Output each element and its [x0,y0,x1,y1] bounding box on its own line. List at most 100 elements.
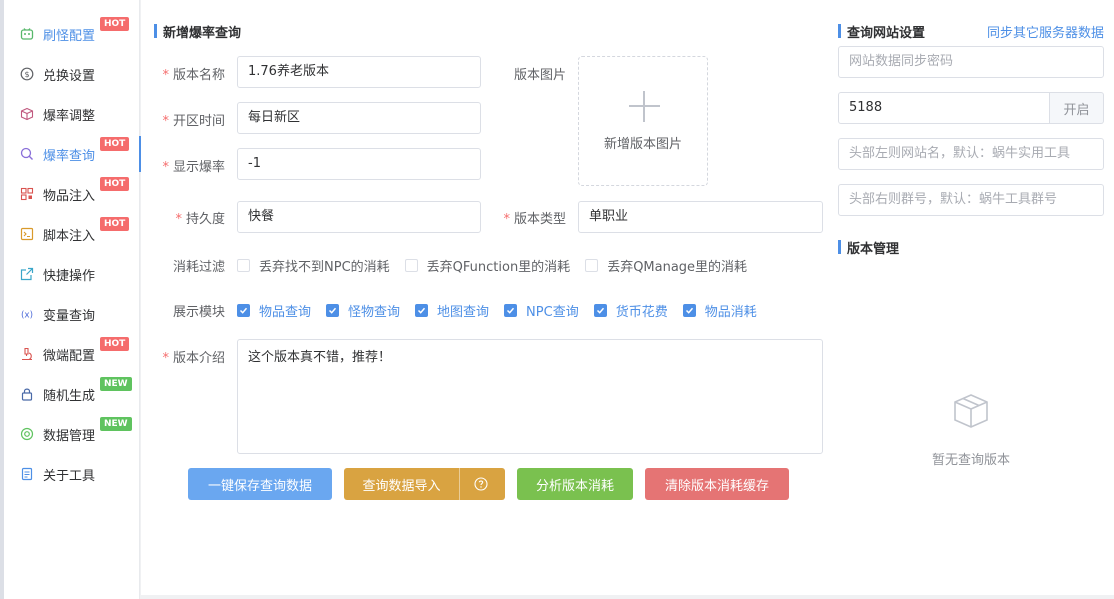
display-modules-label: 展示模块 [172,305,225,320]
sidebar-item-data-management[interactable]: 数据管理 NEW [4,414,140,454]
sidebar-item-label: 微端配置 [43,348,96,364]
sidebar-item-variable-query[interactable]: (x) 变量查询 [4,294,140,334]
intro-label: * 版本介绍 [162,351,225,366]
version-image-label: 版本图片 [513,68,566,83]
sidebar-item-exchange-settings[interactable]: $ 兑换设置 [4,54,140,94]
check-icon [237,304,250,317]
version-name-input[interactable]: 1.76养老版本 [237,56,481,88]
module-npc-query-checkbox[interactable]: NPC查询 [504,301,579,320]
sync-other-server-link[interactable]: 同步其它服务器数据 [987,22,1104,41]
site-settings-title: 查询网站设置 [838,22,925,41]
left-site-name-input[interactable]: 头部左则网站名，默认：蜗牛实用工具 [838,138,1104,170]
exchange-icon: $ [20,67,34,81]
help-icon[interactable] [474,477,488,495]
hot-badge: HOT [100,337,130,351]
check-icon [504,304,518,317]
new-badge: NEW [100,377,132,391]
sidebar-item-rate-adjust[interactable]: 爆率调整 [4,94,140,134]
import-query-data-button[interactable]: 查询数据导入 [344,468,505,500]
save-query-data-button[interactable]: 一键保存查询数据 [188,468,332,500]
import-button-label: 查询数据导入 [362,478,441,494]
sidebar-item-label: 数据管理 [43,428,96,444]
empty-state: 暂无查询版本 [906,391,1036,468]
sidebar-item-label: 脚本注入 [43,228,96,244]
sidebar: 刷怪配置 HOT $ 兑换设置 爆率调整 爆率查询 HOT 物品注入 HOT 脚… [4,0,141,599]
consume-filter-label: 消耗过滤 [172,260,225,275]
hot-badge: HOT [100,177,130,191]
durability-label: * 持久度 [175,212,225,227]
external-link-icon [20,267,34,281]
hot-badge: HOT [100,137,130,151]
durability-input[interactable]: 快餐 [237,201,481,233]
sidebar-item-quick-actions[interactable]: 快捷操作 [4,254,140,294]
script-icon [20,227,34,241]
sidebar-item-random-generate[interactable]: 随机生成 NEW [4,374,140,414]
port-input[interactable]: 5188 [838,92,1050,124]
right-group-number-input[interactable]: 头部右则群号，默认：蜗牛工具群号 [838,184,1104,216]
module-monster-query-checkbox[interactable]: 怪物查询 [326,301,400,320]
module-currency-cost-checkbox[interactable]: 货币花费 [593,301,668,320]
sidebar-item-label: 刷怪配置 [43,28,96,44]
check-icon [415,304,429,317]
sync-password-input[interactable]: 网站数据同步密码 [838,46,1104,78]
sidebar-item-label: 兑换设置 [43,68,96,84]
lock-icon [20,387,34,401]
sidebar-item-label: 随机生成 [43,388,96,404]
consume-filter-group: 丢弃找不到NPC的消耗 丢弃QFunction里的消耗 丢弃QManage里的消… [237,256,762,275]
version-management-title: 版本管理 [838,238,899,257]
sidebar-item-monster-config[interactable]: 刷怪配置 HOT [4,14,140,54]
upload-text: 新增版本图片 [603,137,682,152]
box-icon [20,107,34,121]
display-modules-group: 物品查询 怪物查询 地图查询 NPC查询 货币花费 物品消耗 [237,301,772,320]
sidebar-item-label: 物品注入 [43,188,96,204]
sidebar-item-item-inject[interactable]: 物品注入 HOT [4,174,140,214]
monster-icon [20,27,34,41]
sidebar-item-micro-client-config[interactable]: 微端配置 HOT [4,334,140,374]
clear-consume-cache-button[interactable]: 清除版本消耗缓存 [645,468,789,500]
analyze-consume-button[interactable]: 分析版本消耗 [517,468,633,500]
sidebar-item-label: 爆率调整 [43,108,96,124]
hot-badge: HOT [100,17,130,31]
open-time-label: * 开区时间 [162,114,225,129]
variable-icon: (x) [20,307,34,321]
open-time-input[interactable]: 每日新区 [237,102,481,134]
data-icon [20,427,34,441]
version-type-label: * 版本类型 [503,212,566,227]
display-rate-input[interactable]: -1 [237,148,481,180]
intro-textarea[interactable]: 这个版本真不错，推荐！ [237,339,823,454]
search-icon [20,147,34,161]
svg-text:(x): (x) [21,311,33,321]
empty-text: 暂无查询版本 [931,453,1010,468]
filter-qmanage-checkbox[interactable]: 丢弃QManage里的消耗 [585,256,747,275]
sidebar-item-rate-query[interactable]: 爆率查询 HOT [4,134,141,174]
module-item-query-checkbox[interactable]: 物品查询 [237,301,311,320]
svg-text:$: $ [24,70,29,79]
sidebar-item-label: 爆率查询 [43,148,96,164]
main-panel: 新增爆率查询 * 版本名称 1.76养老版本 * 开区时间 每日新区 * 显示爆率 -… [141,0,1114,599]
document-icon [20,467,34,481]
sidebar-item-label: 快捷操作 [43,268,96,284]
version-image-upload[interactable]: 新增版本图片 [578,56,708,186]
module-item-consume-checkbox[interactable]: 物品消耗 [682,301,757,320]
check-icon [682,304,696,317]
check-icon [593,304,607,317]
display-rate-label: * 显示爆率 [162,160,225,175]
form-title: 新增爆率查询 [154,22,241,41]
open-site-button[interactable]: 开启 [1050,92,1104,124]
bottom-divider [141,595,1114,599]
filter-no-npc-checkbox[interactable]: 丢弃找不到NPC的消耗 [237,256,390,275]
qrcode-icon [20,187,34,201]
module-map-query-checkbox[interactable]: 地图查询 [415,301,489,320]
hot-badge: HOT [100,217,130,231]
sidebar-item-label: 关于工具 [43,468,96,484]
version-type-input[interactable]: 单职业 [578,201,823,233]
check-icon [326,304,340,317]
sidebar-item-script-inject[interactable]: 脚本注入 HOT [4,214,140,254]
version-name-label: * 版本名称 [162,68,225,83]
sidebar-item-label: 变量查询 [43,308,96,324]
filter-qfunction-checkbox[interactable]: 丢弃QFunction里的消耗 [404,256,570,275]
sidebar-item-about[interactable]: 关于工具 [4,454,140,494]
new-badge: NEW [100,417,132,431]
empty-box-icon [906,391,1036,435]
microscope-icon [20,347,34,361]
